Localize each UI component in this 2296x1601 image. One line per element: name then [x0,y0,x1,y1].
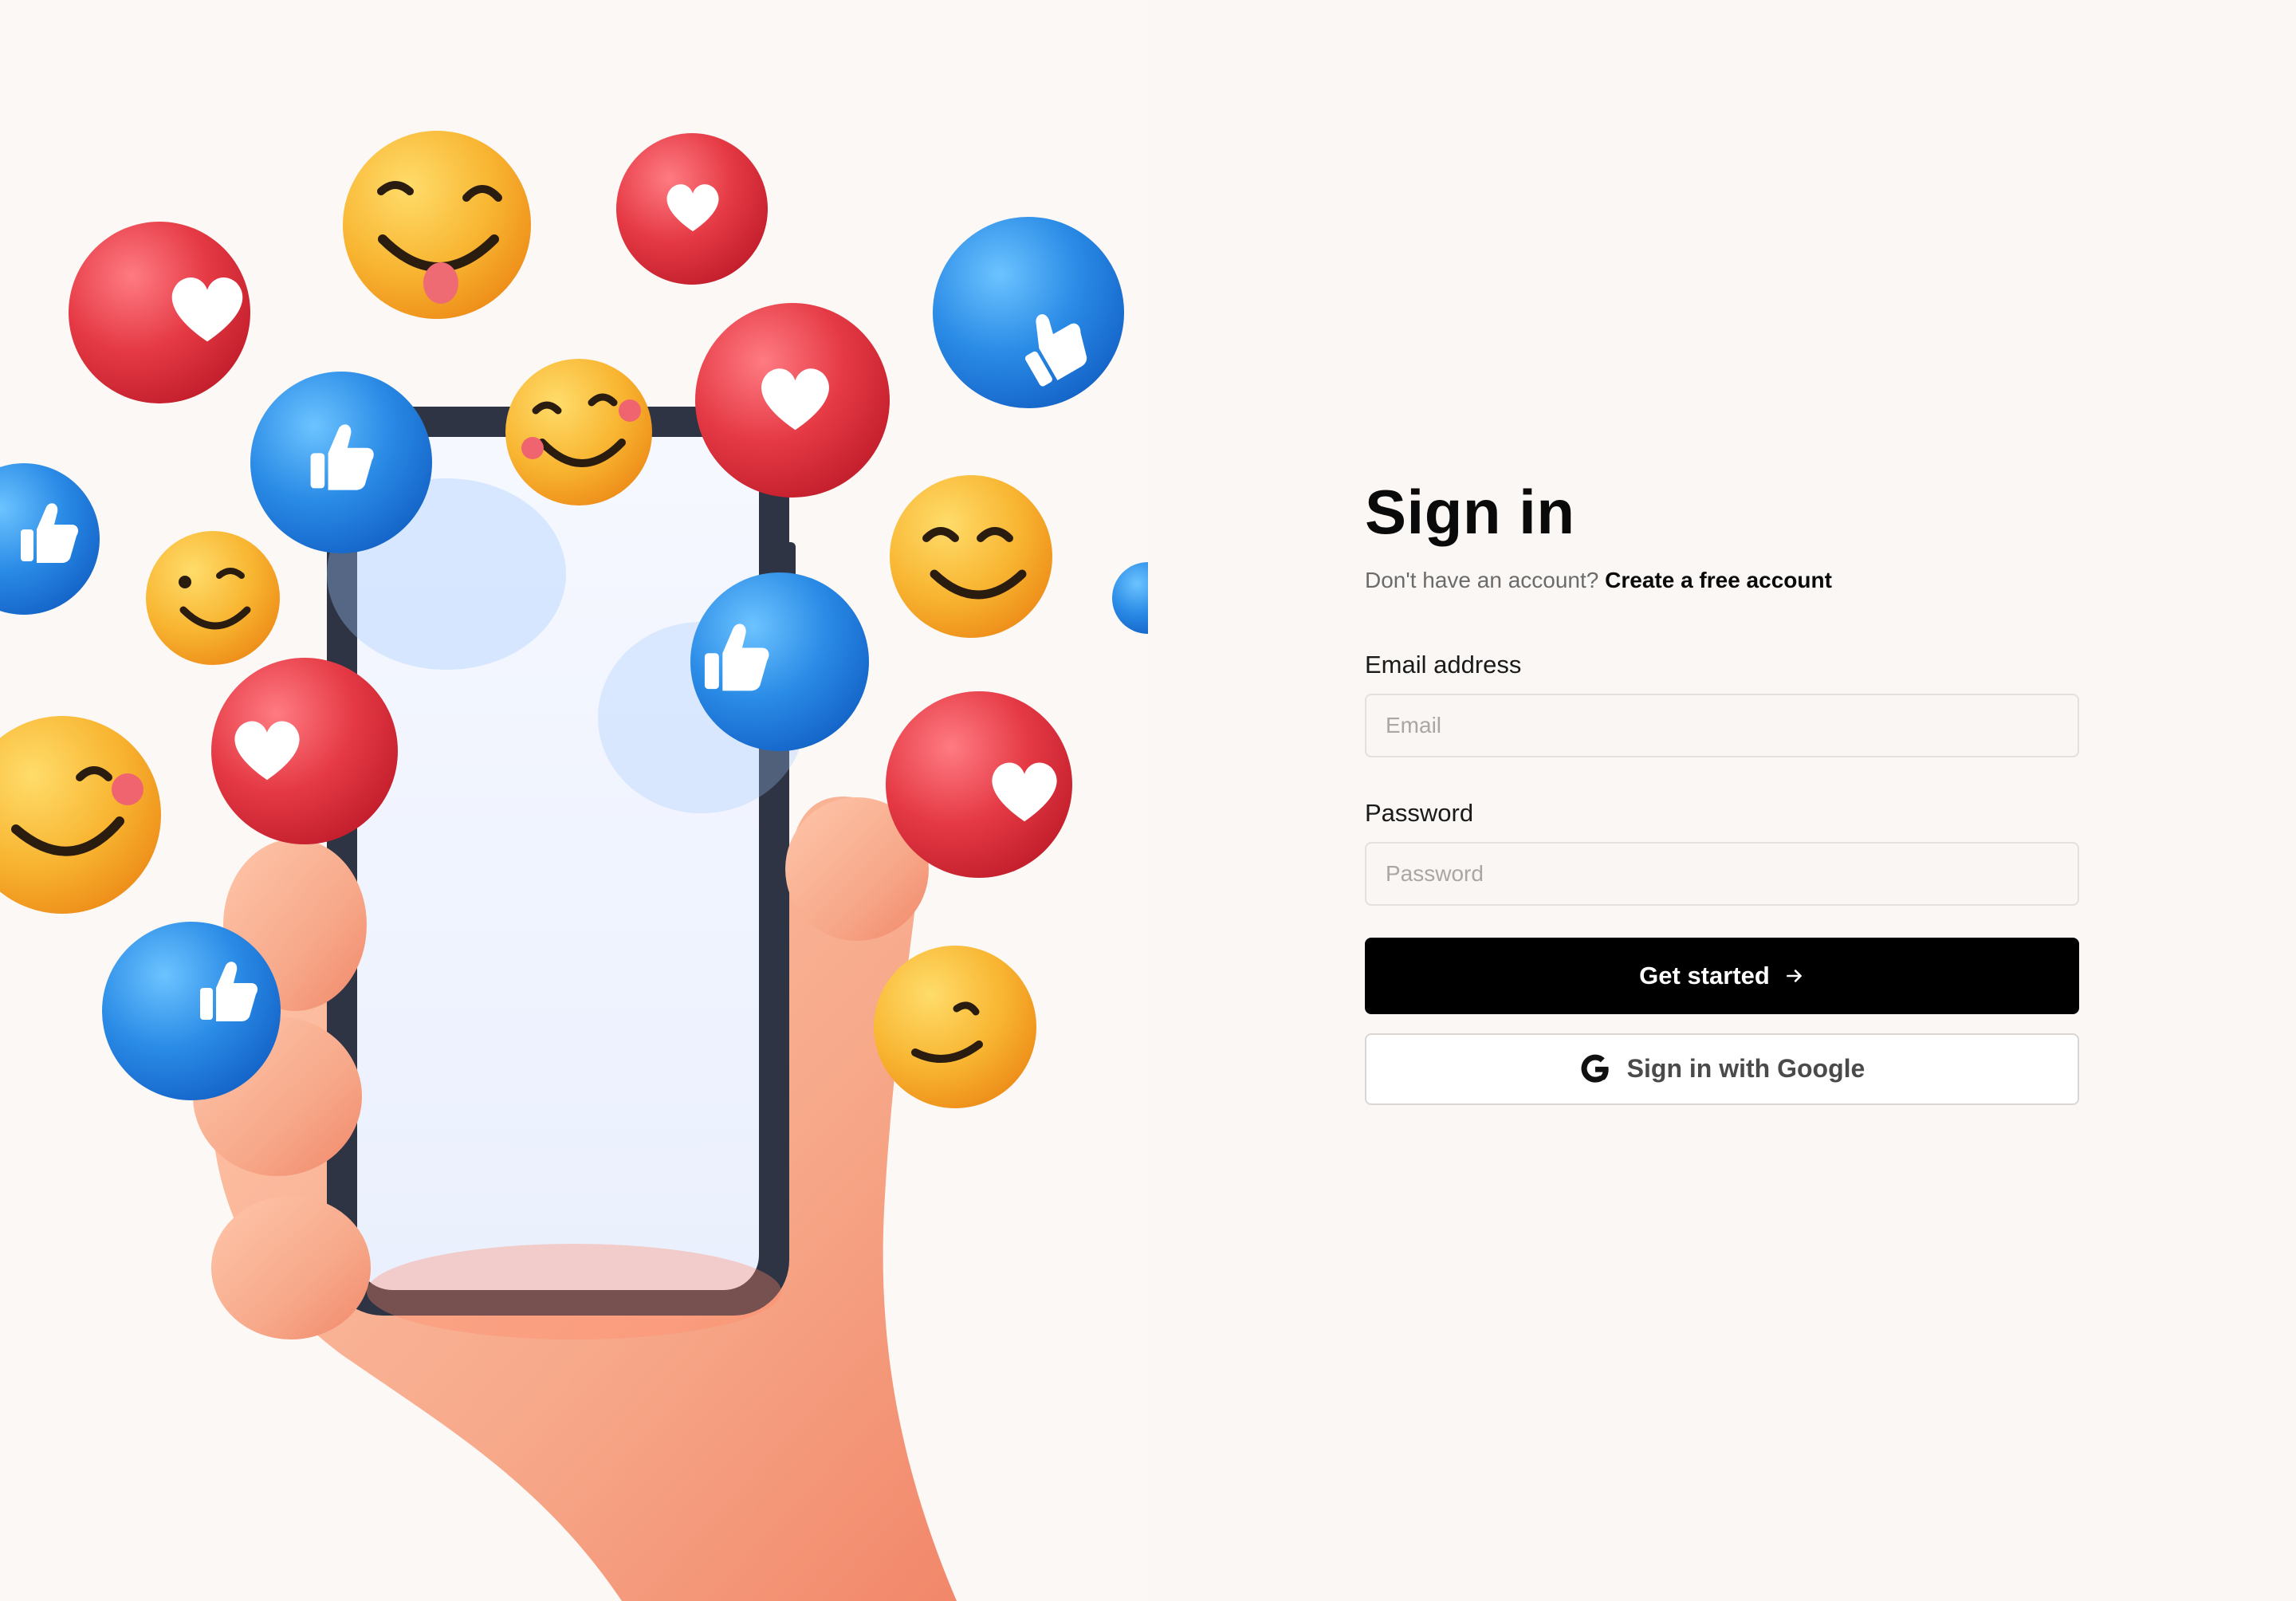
hero-illustration [0,0,1148,1601]
password-field[interactable] [1365,841,2079,906]
password-label: Password [1365,798,1474,827]
google-sign-in-button[interactable]: Sign in with Google [1365,1033,2079,1105]
google-g-icon [1579,1053,1611,1085]
email-field[interactable] [1365,693,2079,757]
get-started-label: Get started [1639,961,1770,989]
page-title: Sign in [1365,477,1575,547]
google-sign-in-label: Sign in with Google [1626,1054,1866,1084]
get-started-button[interactable]: Get started [1365,937,2079,1014]
create-account-link[interactable]: Create a free account [1605,568,1832,592]
no-account-text: Don't have an account? [1365,567,1599,592]
email-label: Email address [1365,650,1522,679]
signup-prompt: Don't have an account? Create a free acc… [1365,568,2079,593]
sign-in-form: Sign in Don't have an account? Create a … [1365,478,2079,1105]
sign-in-page: Sign in Don't have an account? Create a … [0,0,2296,1601]
arrow-right-icon [1784,966,1805,986]
